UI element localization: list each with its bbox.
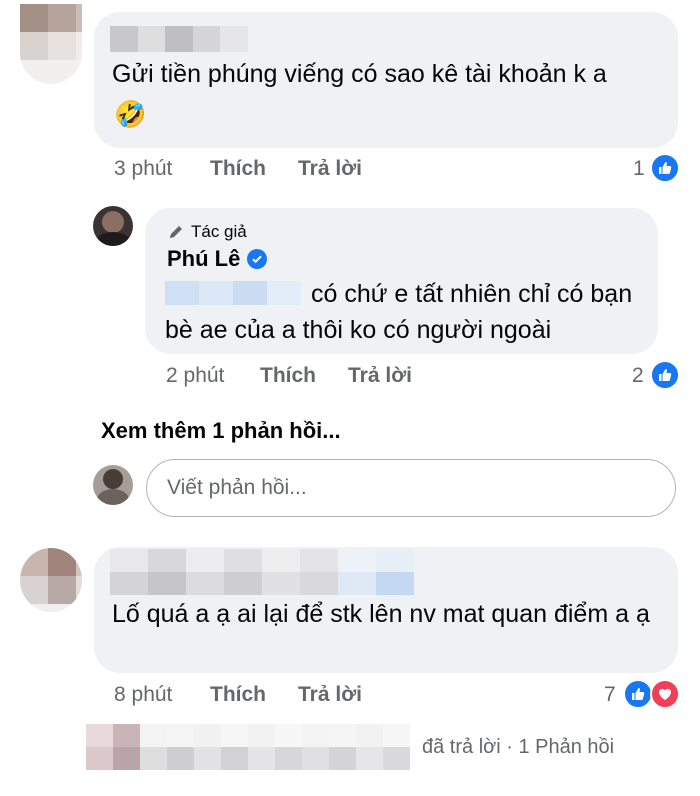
current-user-avatar[interactable] xyxy=(93,465,133,505)
commenter-avatar-blurred[interactable] xyxy=(20,4,82,84)
rofl-emoji: 🤣 xyxy=(114,99,147,129)
pen-icon xyxy=(167,223,185,241)
comment-text: Lố quá a ạ ai lại để stk lên nv mat quan… xyxy=(112,600,650,628)
like-reaction-icon xyxy=(650,360,680,390)
comment-text: Gửi tiền phúng viếng có sao kê tài khoản… xyxy=(112,60,607,88)
reply-text: có chứ e tất nhiên chỉ có bạn bè ae của … xyxy=(165,280,633,344)
author-name[interactable]: Phú Lê xyxy=(167,246,268,272)
love-reaction-icon xyxy=(650,679,680,709)
replier-blurred[interactable] xyxy=(86,724,416,770)
reply-button[interactable]: Trả lời xyxy=(298,157,362,181)
author-avatar[interactable] xyxy=(93,206,133,246)
reply-input[interactable]: Viết phản hồi... xyxy=(146,459,676,517)
commenter-avatar-blurred[interactable] xyxy=(20,548,82,612)
reaction-count[interactable]: 7 xyxy=(604,683,616,707)
comment-time[interactable]: 3 phút xyxy=(114,157,172,181)
author-badge: Tác giả xyxy=(167,222,247,242)
like-reaction-icon xyxy=(650,153,680,183)
like-button[interactable]: Thích xyxy=(210,157,266,181)
replied-summary-link[interactable]: đã trả lời · 1 Phản hồi xyxy=(422,736,614,759)
reply-reply-button[interactable]: Trả lời xyxy=(348,364,412,388)
comment-time[interactable]: 8 phút xyxy=(114,683,172,707)
verified-badge-icon xyxy=(247,249,268,269)
reply-reaction-count[interactable]: 2 xyxy=(632,364,644,388)
reply-button[interactable]: Trả lời xyxy=(298,683,362,707)
like-reaction-icon xyxy=(623,679,653,709)
reply-like-button[interactable]: Thích xyxy=(260,364,316,388)
view-more-replies-link[interactable]: Xem thêm 1 phản hồi... xyxy=(101,418,341,444)
like-button[interactable]: Thích xyxy=(210,683,266,707)
commenter-name-blurred[interactable] xyxy=(110,26,248,52)
reply-input-placeholder: Viết phản hồi... xyxy=(167,476,307,499)
reaction-count[interactable]: 1 xyxy=(633,157,645,181)
reply-time[interactable]: 2 phút xyxy=(166,364,224,388)
commenter-name-blurred[interactable] xyxy=(110,549,414,595)
